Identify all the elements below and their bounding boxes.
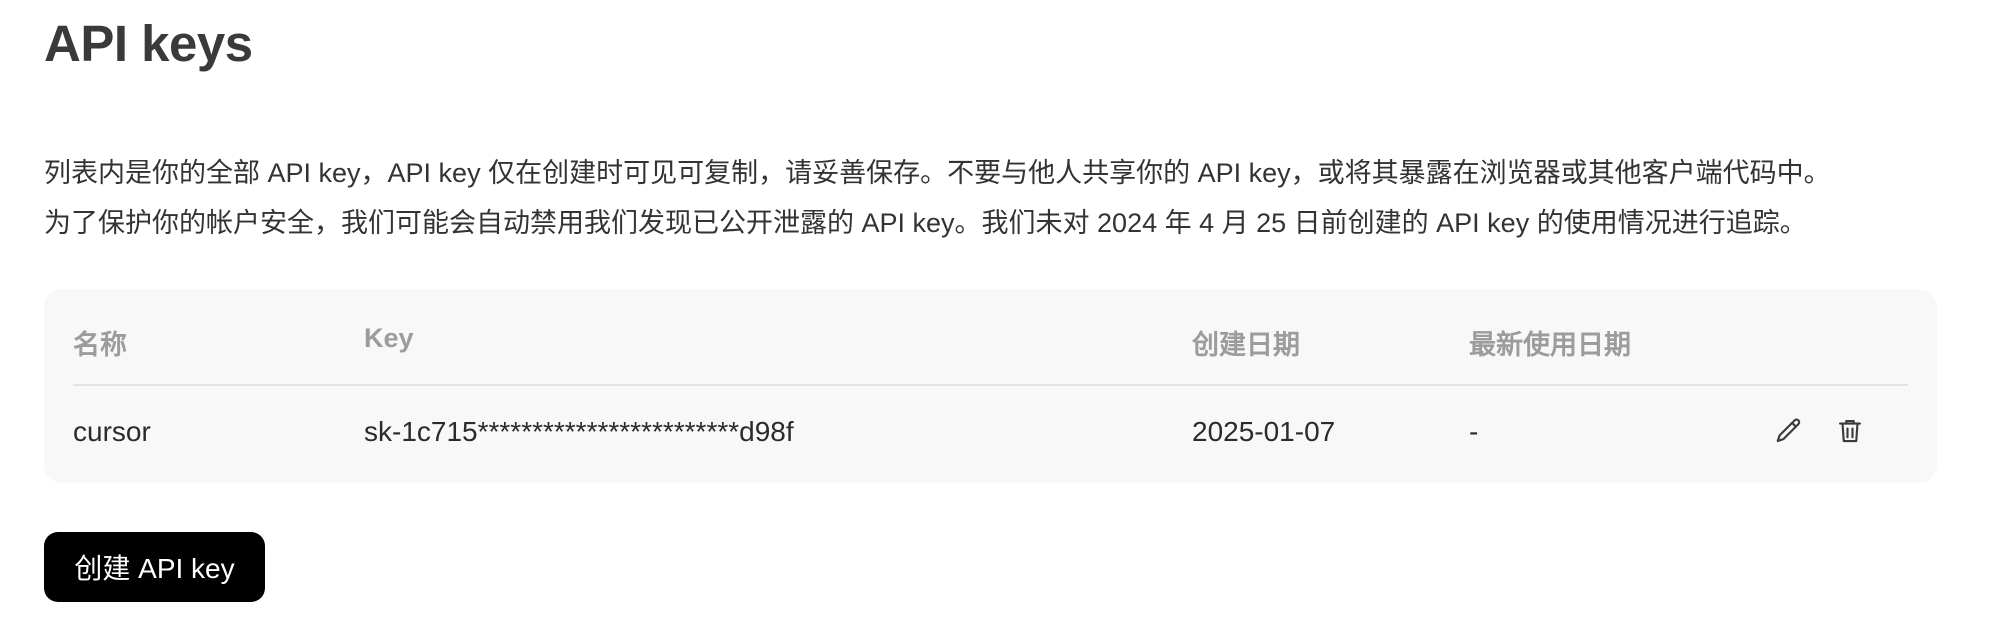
edit-icon [1776, 418, 1801, 443]
page-title: API keys [44, 15, 253, 72]
description-line-2: 为了保护你的帐户安全，我们可能会自动禁用我们发现已公开泄露的 API key。我… [44, 208, 1807, 238]
table-row: cursor sk-1c715************************d… [73, 386, 1908, 481]
column-header-key: Key [364, 323, 414, 353]
key-created-date: 2025-01-07 [1192, 416, 1336, 447]
column-header-last-used-date: 最新使用日期 [1469, 330, 1631, 360]
description-line-1: 列表内是你的全部 API key，API key 仅在创建时可见可复制，请妥善保… [44, 158, 1831, 188]
column-header-created-date: 创建日期 [1192, 330, 1300, 360]
create-api-key-button[interactable]: 创建 API key [44, 532, 265, 602]
api-keys-table: 名称 Key 创建日期 最新使用日期 cursor sk-1c715******… [44, 289, 1937, 483]
api-keys-page: API keys 列表内是你的全部 API key，API key 仅在创建时可… [0, 0, 1994, 632]
description: 列表内是你的全部 API key，API key 仅在创建时可见可复制，请妥善保… [44, 148, 1964, 248]
table-header: 名称 Key 创建日期 最新使用日期 [73, 289, 1908, 386]
edit-key-button[interactable] [1772, 414, 1806, 448]
key-name: cursor [73, 416, 151, 447]
trash-icon [1838, 419, 1862, 443]
column-header-name: 名称 [73, 330, 127, 360]
key-last-used-date: - [1469, 416, 1479, 447]
key-value: sk-1c715************************d98f [364, 416, 794, 447]
delete-key-button[interactable] [1833, 414, 1867, 448]
